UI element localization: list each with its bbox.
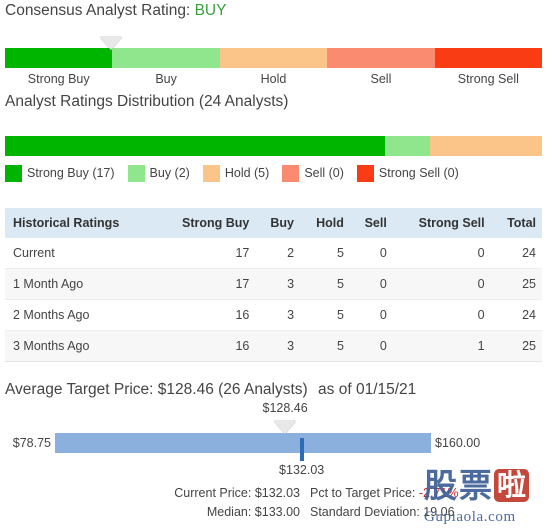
watermark-char-one: 股 [424,465,457,505]
cell-strong-buy: 16 [155,299,256,331]
legend-swatch-sell-icon [282,164,300,182]
price-range-bar: $78.75 $160.00 $128.46 $132.03 [13,401,480,477]
cell-period: 2 Months Ago [5,299,156,331]
watermark-logo-icon: 股 票 啦 [424,463,548,507]
cell-buy: 3 [255,268,301,300]
current-price-marker-icon [299,438,304,461]
legend-item-strong-sell: Strong Sell (0) [356,164,459,182]
table-row: Current 17 2 5 0 0 24 [5,238,542,269]
column-header-sell: Sell [349,208,393,238]
table-row: 3 Months Ago 16 3 5 0 1 25 [5,330,542,362]
legend-item-hold: Hold (5) [202,164,270,182]
cell-total: 24 [490,299,542,331]
cell-strong-buy: 16 [155,330,256,362]
cell-strong-buy: 17 [155,268,256,300]
column-header-hold: Hold [300,208,350,238]
gauge-segment-buy [112,48,220,68]
consensus-rating-value: BUY [194,2,227,19]
cell-period: Current [5,238,156,269]
column-header-period: Historical Ratings [5,208,156,238]
cell-sell: 0 [349,238,393,269]
legend-swatch-hold-icon [202,164,220,182]
consensus-rating-heading: Consensus Analyst Rating: BUY [5,2,226,20]
cell-hold: 5 [300,238,350,269]
legend-item-strong-buy: Strong Buy (17) [5,164,115,182]
legend-swatch-strong-buy-icon [5,164,22,182]
consensus-gauge-bar [5,37,543,68]
cell-period: 1 Month Ago [5,268,156,300]
cell-strong-sell: 0 [392,299,491,331]
current-price-marker-label: $132.03 [279,463,325,477]
cell-strong-sell: 0 [392,268,491,300]
distribution-bar [5,136,542,156]
cell-period: 3 Months Ago [5,330,156,362]
watermark-char-three: 啦 [494,468,530,502]
table-header-row: Historical Ratings Strong Buy Buy Hold S… [5,208,542,238]
column-header-total: Total [490,208,542,238]
distribution-segment-strong-buy [5,136,386,156]
consensus-pointer-triangle-icon [100,37,123,50]
gauge-label-hold: Hold [260,72,287,86]
cell-total: 24 [490,238,542,269]
legend-label-buy: Buy (2) [149,166,190,180]
gauge-label-sell: Sell [370,72,392,86]
gauge-segment-hold [219,48,328,68]
distribution-segment-hold [429,136,542,156]
gauge-label-strong-sell: Strong Sell [457,72,519,86]
cell-hold: 5 [300,330,350,362]
legend-label-strong-sell: Strong Sell (0) [378,166,459,180]
cell-total: 25 [490,268,542,300]
cell-sell: 0 [349,330,393,362]
gauge-segment-strong-sell [434,48,543,68]
consensus-gauge-labels: Strong Buy Buy Hold Sell Strong Sell [5,70,542,88]
consensus-rating-label: Consensus Analyst Rating: [5,2,191,19]
cell-strong-buy: 17 [155,238,256,269]
distribution-heading: Analyst Ratings Distribution (24 Analyst… [5,93,289,110]
legend-swatch-strong-sell-icon [356,164,374,182]
cell-strong-sell: 1 [392,330,491,362]
cell-total: 25 [490,330,542,362]
distribution-segment-buy [385,136,430,156]
column-header-strong-sell: Strong Sell [392,208,491,238]
legend-label-strong-buy: Strong Buy (17) [27,166,115,180]
table-row: 2 Months Ago 16 3 5 0 0 24 [5,299,542,331]
average-target-price-triangle-icon [274,421,297,434]
historical-ratings-table: Historical Ratings Strong Buy Buy Hold S… [5,208,542,362]
cell-buy: 3 [255,299,301,331]
current-price-stat: Current Price: $132.03 [174,485,300,500]
column-header-strong-buy: Strong Buy [155,208,256,238]
cell-sell: 0 [349,299,393,331]
legend-label-sell: Sell (0) [304,166,344,180]
gauge-label-strong-buy: Strong Buy [27,72,90,86]
average-target-price-label: $128.46 [262,401,308,415]
cell-sell: 0 [349,268,393,300]
median-stat: Median: $133.00 [206,504,300,519]
gauge-segment-sell [327,48,435,68]
cell-strong-sell: 0 [392,238,491,269]
legend-swatch-buy-icon [127,164,145,182]
cell-hold: 5 [300,268,350,300]
gauge-label-buy: Buy [155,72,177,86]
target-price-as-of: as of 01/15/21 [318,381,417,398]
column-header-buy: Buy [255,208,301,238]
watermark-char-two: 票 [459,465,492,505]
consensus-gauge: Strong Buy Buy Hold Sell Strong Sell [5,37,543,88]
price-range-high-label: $160.00 [435,436,481,450]
watermark-domain: Gupiaola.com [424,509,516,525]
site-watermark: 股 票 啦 Gupiaola.com [424,463,548,527]
gauge-segment-strong-buy [5,48,113,68]
price-range-low-label: $78.75 [12,436,51,450]
legend-item-buy: Buy (2) [127,164,190,182]
cell-buy: 2 [255,238,301,269]
distribution-legend: Strong Buy (17) Buy (2) Hold (5) Sell (0… [5,163,472,183]
target-price-heading: Average Target Price: $128.46 (26 Analys… [5,381,416,399]
cell-hold: 5 [300,299,350,331]
cell-buy: 3 [255,330,301,362]
target-price-heading-text: Average Target Price: $128.46 (26 Analys… [5,381,308,398]
legend-item-sell: Sell (0) [282,164,344,182]
table-row: 1 Month Ago 17 3 5 0 0 25 [5,268,542,300]
pct-to-target-label: Pct to Target Price: [310,485,416,500]
legend-label-hold: Hold (5) [224,166,270,180]
